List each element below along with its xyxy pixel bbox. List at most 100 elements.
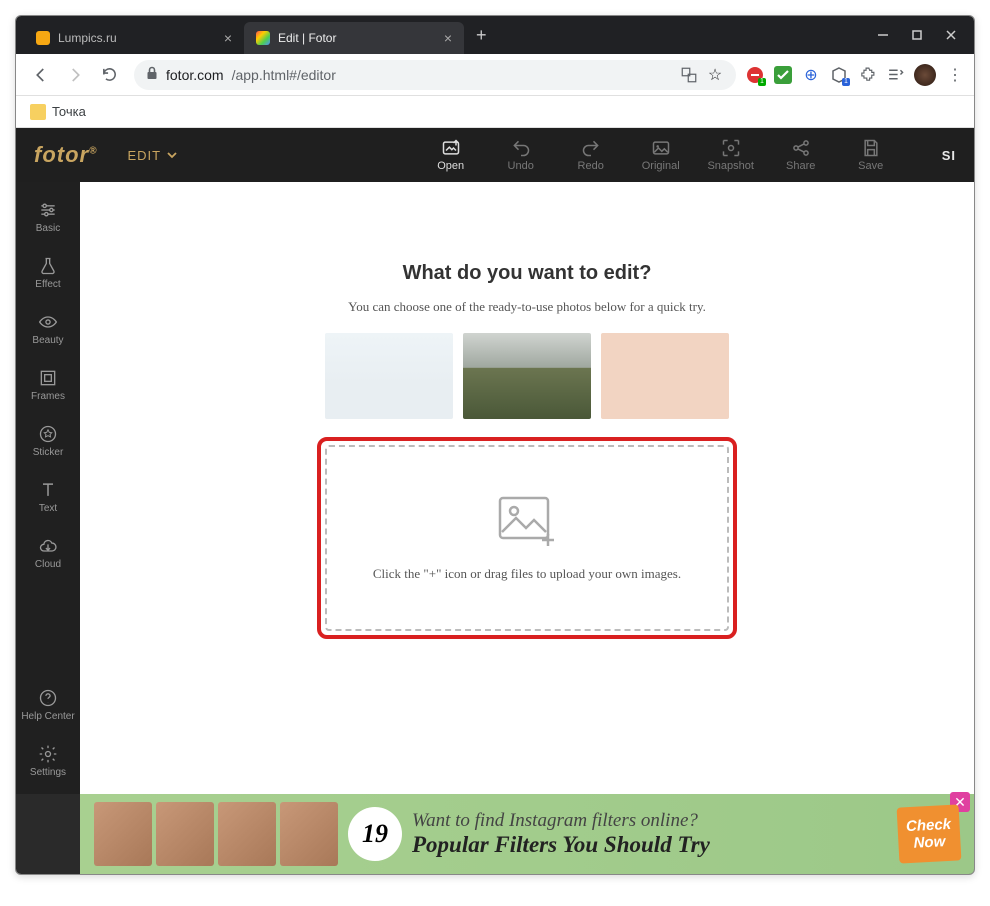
welcome-subtitle: You can choose one of the ready-to-use p…: [348, 299, 706, 315]
toolbar: Open Undo Redo Original Snapshot: [422, 138, 900, 172]
eye-icon: [38, 312, 58, 332]
upload-dropzone[interactable]: Click the "+" icon or drag files to uplo…: [325, 445, 729, 631]
sample-photo-2[interactable]: [463, 333, 591, 419]
gear-icon: [38, 744, 58, 764]
close-icon[interactable]: ×: [444, 30, 452, 46]
welcome-title: What do you want to edit?: [403, 262, 652, 285]
image-plus-icon: [494, 494, 560, 548]
extension-cube[interactable]: 1: [830, 66, 848, 84]
share-icon: [791, 138, 811, 158]
canvas-area: What do you want to edit? You can choose…: [80, 182, 974, 794]
image-icon: [651, 138, 671, 158]
favicon-lumpics: [36, 31, 50, 45]
undo-button[interactable]: Undo: [492, 138, 550, 172]
chevron-down-icon: [167, 150, 177, 160]
snapshot-button[interactable]: Snapshot: [702, 138, 760, 172]
close-icon[interactable]: ×: [224, 30, 232, 46]
reading-list-icon[interactable]: [886, 66, 904, 84]
sidebar-item-sticker[interactable]: Sticker: [16, 416, 80, 466]
sample-photos: [325, 333, 729, 419]
tab-fotor[interactable]: Edit | Fotor ×: [244, 22, 464, 54]
save-button[interactable]: Save: [842, 138, 900, 172]
new-tab-button[interactable]: +: [464, 19, 499, 52]
sidebar-item-text[interactable]: Text: [16, 472, 80, 522]
undo-icon: [511, 138, 531, 158]
help-icon: [38, 688, 58, 708]
original-button[interactable]: Original: [632, 138, 690, 172]
maximize-button[interactable]: [910, 28, 924, 42]
app-body: Basic Effect Beauty Frames Sticker: [16, 182, 974, 794]
banner-cta-button[interactable]: Check Now: [897, 804, 962, 863]
banner-thumb: [218, 802, 276, 866]
back-button[interactable]: [26, 60, 56, 90]
window-controls: [860, 16, 974, 54]
frame-icon: [38, 368, 58, 388]
browser-window: Lumpics.ru × Edit | Fotor × + fotor.com/…: [15, 15, 975, 875]
sidebar-item-cloud[interactable]: Cloud: [16, 528, 80, 578]
banner-line-1: Want to find Instagram filters online?: [412, 810, 888, 832]
sidebar-item-basic[interactable]: Basic: [16, 192, 80, 242]
extension-adblock[interactable]: 1: [746, 66, 764, 84]
dropzone-text: Click the "+" icon or drag files to uplo…: [373, 566, 681, 582]
promo-banner[interactable]: ✕ 19 Want to find Instagram filters onli…: [80, 794, 974, 874]
tab-title: Edit | Fotor: [278, 31, 336, 45]
bookmarks-bar: Точка: [16, 96, 974, 128]
cloud-icon: [38, 536, 58, 556]
banner-line-2: Popular Filters You Should Try: [412, 832, 888, 858]
profile-avatar[interactable]: [914, 64, 936, 86]
dropzone-highlight: Click the "+" icon or drag files to uplo…: [317, 437, 737, 639]
open-button[interactable]: Open: [422, 138, 480, 172]
flask-icon: [38, 256, 58, 276]
redo-icon: [581, 138, 601, 158]
mode-dropdown[interactable]: EDIT: [127, 148, 177, 163]
fotor-logo[interactable]: fotor®: [34, 142, 97, 168]
titlebar: Lumpics.ru × Edit | Fotor × +: [16, 16, 974, 54]
snapshot-icon: [721, 138, 741, 158]
tab-lumpics[interactable]: Lumpics.ru ×: [24, 22, 244, 54]
forward-button[interactable]: [60, 60, 90, 90]
star-icon[interactable]: ☆: [706, 66, 724, 84]
fotor-app: fotor® EDIT Open Undo Redo: [16, 128, 974, 874]
extension-globe[interactable]: ⊕: [802, 66, 820, 84]
address-bar: fotor.com/app.html#/editor ☆ 1 ⊕ 1 ⋮: [16, 54, 974, 96]
translate-icon[interactable]: [680, 66, 698, 84]
favicon-fotor: [256, 31, 270, 45]
text-icon: [38, 480, 58, 500]
extension-check[interactable]: [774, 66, 792, 84]
sidebar-item-beauty[interactable]: Beauty: [16, 304, 80, 354]
banner-thumb: [280, 802, 338, 866]
sample-photo-3[interactable]: [601, 333, 729, 419]
banner-thumb: [156, 802, 214, 866]
sidebar-item-frames[interactable]: Frames: [16, 360, 80, 410]
open-icon: [441, 138, 461, 158]
url-bar[interactable]: fotor.com/app.html#/editor ☆: [134, 60, 736, 90]
mode-label: EDIT: [127, 148, 161, 163]
extension-icons: 1 ⊕ 1 ⋮: [746, 64, 964, 86]
lock-icon: [146, 66, 158, 83]
folder-icon: [30, 104, 46, 120]
banner-text: Want to find Instagram filters online? P…: [412, 810, 888, 858]
minimize-button[interactable]: [876, 28, 890, 42]
sidebar: Basic Effect Beauty Frames Sticker: [16, 182, 80, 794]
sign-in-text[interactable]: SI: [942, 148, 956, 163]
sample-photo-1[interactable]: [325, 333, 453, 419]
redo-button[interactable]: Redo: [562, 138, 620, 172]
extensions-button[interactable]: [858, 66, 876, 84]
url-path: /app.html#/editor: [232, 67, 336, 83]
reload-button[interactable]: [94, 60, 124, 90]
star-icon: [38, 424, 58, 444]
sidebar-item-settings[interactable]: Settings: [16, 736, 80, 786]
bookmark-item[interactable]: Точка: [52, 104, 86, 119]
share-button[interactable]: Share: [772, 138, 830, 172]
banner-thumb: [94, 802, 152, 866]
tab-title: Lumpics.ru: [58, 31, 117, 45]
sidebar-item-effect[interactable]: Effect: [16, 248, 80, 298]
app-header: fotor® EDIT Open Undo Redo: [16, 128, 974, 182]
save-icon: [861, 138, 881, 158]
sidebar-item-help[interactable]: Help Center: [16, 680, 80, 730]
banner-number: 19: [348, 807, 402, 861]
tab-strip: Lumpics.ru × Edit | Fotor × +: [16, 16, 860, 54]
sliders-icon: [38, 200, 58, 220]
close-button[interactable]: [944, 28, 958, 42]
menu-button[interactable]: ⋮: [946, 66, 964, 84]
